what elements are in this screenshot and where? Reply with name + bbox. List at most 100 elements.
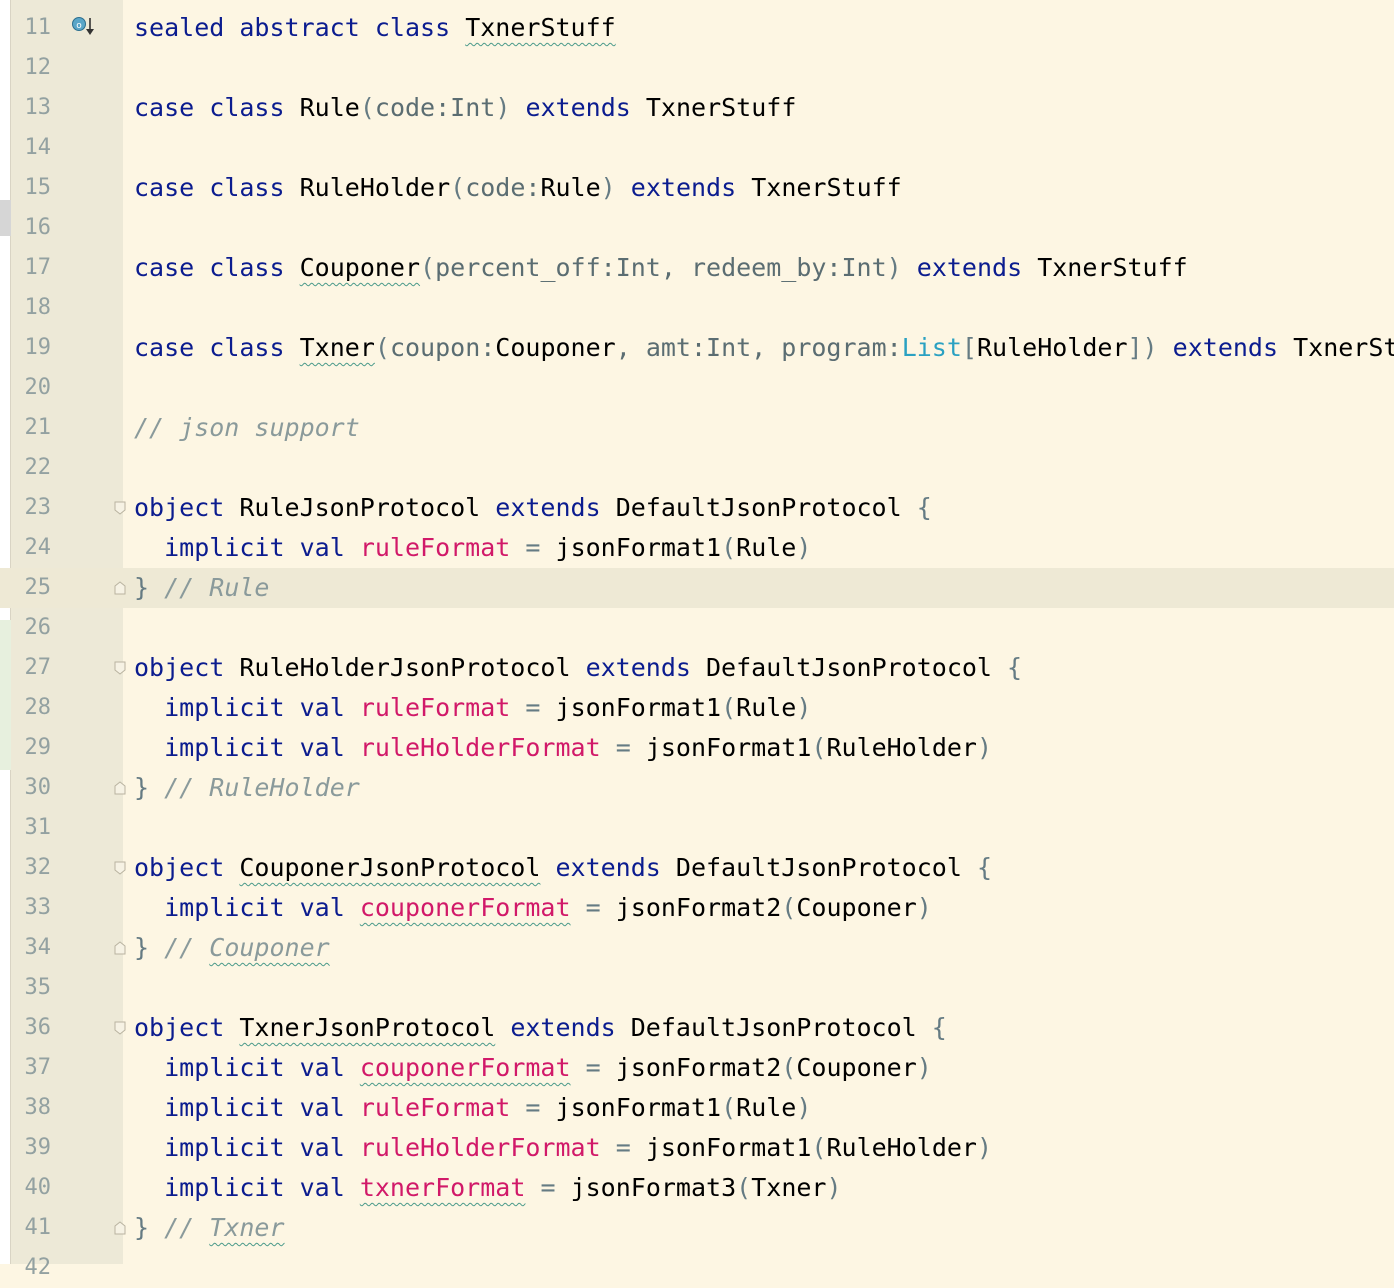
code-line[interactable]: 41} // Txner	[0, 1208, 1394, 1248]
code-text[interactable]: implicit val ruleFormat = jsonFormat1(Ru…	[134, 688, 811, 728]
fold-close-icon[interactable]	[114, 581, 126, 595]
code-token: extends	[525, 93, 631, 122]
code-token: txnerFormat	[359, 1173, 526, 1202]
code-line[interactable]: 13 case class Rule(code:Int) extends Txne…	[0, 88, 1394, 128]
code-text[interactable]: object RuleJsonProtocol extends DefaultJ…	[134, 488, 932, 528]
line-number: 18	[24, 295, 52, 320]
code-line[interactable]: 42	[0, 1248, 1394, 1288]
code-token: (	[781, 893, 797, 922]
code-line[interactable]: 33 implicit val couponerFormat = jsonFor…	[0, 888, 1394, 928]
code-token: {	[916, 493, 932, 522]
code-line[interactable]: 15 case class RuleHolder(code:Rule) exten…	[0, 168, 1394, 208]
fold-open-icon[interactable]	[114, 861, 126, 875]
code-text[interactable]: implicit val ruleFormat = jsonFormat1(Ru…	[134, 1088, 811, 1128]
code-text[interactable]: implicit val couponerFormat = jsonFormat…	[134, 1048, 932, 1088]
code-token: extends	[510, 1013, 616, 1042]
code-line[interactable]: 21 // json support	[0, 408, 1394, 448]
code-token: // json support	[134, 413, 360, 442]
code-text[interactable]: } // Couponer	[134, 928, 330, 968]
code-line[interactable]: 11 o sealed abstract class TxnerStuff	[0, 8, 1394, 48]
code-line[interactable]: 38 implicit val ruleFormat = jsonFormat1…	[0, 1088, 1394, 1128]
code-token: (	[721, 1093, 737, 1122]
fold-open-icon[interactable]	[114, 1021, 126, 1035]
code-line[interactable]: 24 implicit val ruleFormat = jsonFormat1…	[0, 528, 1394, 568]
fold-open-icon[interactable]	[114, 501, 126, 515]
code-line[interactable]: 23 object RuleJsonProtocol extends Defaul…	[0, 488, 1394, 528]
code-text[interactable]: case class Rule(code:Int) extends TxnerS…	[134, 88, 796, 128]
code-token: RuleHolder	[299, 173, 451, 202]
code-line[interactable]: 17 case class Couponer(percent_off:Int, r…	[0, 248, 1394, 288]
code-token: code:Int	[374, 93, 496, 122]
code-text[interactable]: implicit val txnerFormat = jsonFormat3(T…	[134, 1168, 841, 1208]
override-method-icon[interactable]: o	[70, 14, 98, 40]
code-text[interactable]: } // Rule	[134, 568, 269, 608]
code-line[interactable]: 16	[0, 208, 1394, 248]
code-line[interactable]: 29 implicit val ruleHolderFormat = jsonF…	[0, 728, 1394, 768]
code-text[interactable]: case class Couponer(percent_off:Int, red…	[134, 248, 1188, 288]
code-line[interactable]: 39 implicit val ruleHolderFormat = jsonF…	[0, 1128, 1394, 1168]
code-line[interactable]: 40 implicit val txnerFormat = jsonFormat…	[0, 1168, 1394, 1208]
code-token: Rule	[736, 693, 797, 722]
code-line[interactable]: 30} // RuleHolder	[0, 768, 1394, 808]
code-line[interactable]: 36 object TxnerJsonProtocol extends Defau…	[0, 1008, 1394, 1048]
code-text[interactable]: } // Txner	[134, 1208, 285, 1248]
code-text[interactable]: implicit val ruleHolderFormat = jsonForm…	[134, 728, 992, 768]
code-line[interactable]: 12	[0, 48, 1394, 88]
fold-open-icon[interactable]	[114, 661, 126, 675]
code-text[interactable]: object CouponerJsonProtocol extends Defa…	[134, 848, 992, 888]
code-text[interactable]: case class RuleHolder(code:Rule) extends…	[134, 168, 902, 208]
code-token: Rule	[299, 93, 360, 122]
code-line[interactable]: 25} // Rule	[0, 568, 1394, 608]
code-token: DefaultJsonProtocol	[675, 853, 962, 882]
code-line[interactable]: 31	[0, 808, 1394, 848]
code-line[interactable]: 28 implicit val ruleFormat = jsonFormat1…	[0, 688, 1394, 728]
code-token: class	[209, 173, 285, 202]
code-line[interactable]: 19 case class Txner(coupon:Couponer, amt:…	[0, 328, 1394, 368]
code-line[interactable]: 22	[0, 448, 1394, 488]
code-text[interactable]: implicit val ruleFormat = jsonFormat1(Ru…	[134, 528, 811, 568]
code-token: (	[781, 1053, 797, 1082]
line-number: 12	[24, 55, 52, 80]
fold-close-icon[interactable]	[114, 1221, 126, 1235]
code-text[interactable]: sealed abstract class TxnerStuff	[134, 8, 616, 48]
fold-close-icon[interactable]	[114, 781, 126, 795]
code-token: }	[134, 573, 150, 602]
code-line[interactable]: 35	[0, 968, 1394, 1008]
code-text[interactable]: case class Txner(coupon:Couponer, amt:In…	[134, 328, 1394, 368]
code-line[interactable]: 14	[0, 128, 1394, 168]
code-token: ruleHolderFormat	[359, 1133, 601, 1162]
code-token: Couponer	[796, 893, 917, 922]
code-editor[interactable]: 11 o sealed abstract class TxnerStuff 12 13 c…	[0, 0, 1394, 1280]
code-line[interactable]: 34} // Couponer	[0, 928, 1394, 968]
code-token: val	[299, 733, 345, 762]
code-token: RuleHolder	[976, 333, 1128, 362]
line-number: 23	[24, 495, 52, 520]
code-line[interactable]: 37 implicit val couponerFormat = jsonFor…	[0, 1048, 1394, 1088]
code-text[interactable]: object RuleHolderJsonProtocol extends De…	[134, 648, 1022, 688]
code-token: )	[886, 253, 902, 282]
code-text[interactable]: implicit val couponerFormat = jsonFormat…	[134, 888, 932, 928]
code-token: // RuleHolder	[164, 773, 360, 802]
code-token: Couponer	[495, 333, 616, 362]
code-token: TxnerStuff	[1037, 253, 1188, 282]
code-token: )	[916, 1053, 932, 1082]
code-line[interactable]: 26	[0, 608, 1394, 648]
line-number: 24	[24, 535, 52, 560]
code-line[interactable]: 20	[0, 368, 1394, 408]
code-text[interactable]: object TxnerJsonProtocol extends Default…	[134, 1008, 947, 1048]
code-line[interactable]: 32 object CouponerJsonProtocol extends De…	[0, 848, 1394, 888]
code-line[interactable]: 27 object RuleHolderJsonProtocol extends …	[0, 648, 1394, 688]
code-text[interactable]: // json support	[134, 408, 360, 448]
code-token: (	[736, 1173, 752, 1202]
fold-close-icon[interactable]	[114, 941, 126, 955]
code-line[interactable]: 18	[0, 288, 1394, 328]
code-text[interactable]: } // RuleHolder	[134, 768, 360, 808]
code-text[interactable]: implicit val ruleHolderFormat = jsonForm…	[134, 1128, 992, 1168]
